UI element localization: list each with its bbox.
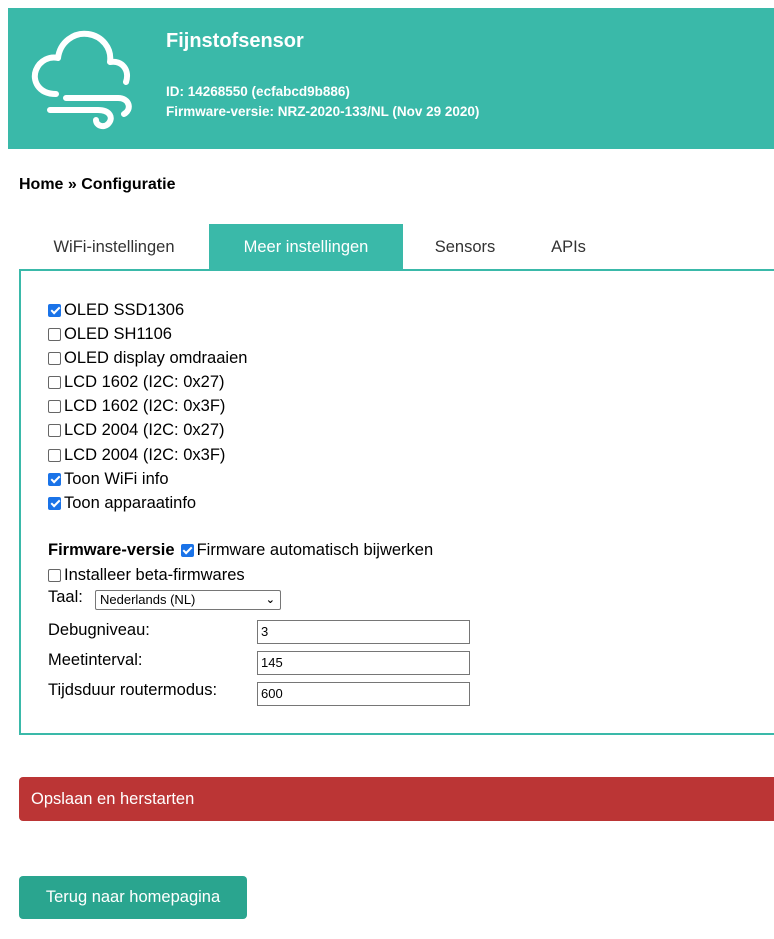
save-restart-button[interactable]: Opslaan en herstarten [19,777,774,821]
checkbox[interactable] [48,448,61,462]
option-oled-sh1106[interactable]: OLED SH1106 [48,322,172,346]
router-mode-label: Tijdsduur routermodus: [48,681,218,699]
measure-interval-input[interactable]: 145 [257,651,470,675]
language-label: Taal: [48,588,83,606]
device-info: ID: 14268550 (ecfabcd9b886) Firmware-ver… [166,82,479,122]
option-oled-ssd1306[interactable]: OLED SSD1306 [48,298,184,322]
tab-sensors[interactable]: Sensors [415,224,515,270]
language-value: Nederlands (NL) [100,592,196,607]
cloud-wind-icon [31,30,132,130]
checkbox[interactable] [48,375,61,389]
checkbox[interactable] [48,327,61,341]
router-mode-input[interactable]: 600 [257,682,470,706]
back-home-button[interactable]: Terug naar homepagina [19,876,247,919]
checkbox[interactable] [48,496,61,510]
auto-update-label: Firmware automatisch bijwerken [196,541,434,559]
debug-label: Debugniveau: [48,621,150,639]
option-label: OLED display omdraaien [64,349,248,367]
firmware-row: Firmware-versie Firmware automatisch bij… [48,538,433,562]
option-label: LCD 2004 (I2C: 0x3F) [64,446,226,464]
page-title: Fijnstofsensor [166,30,304,52]
checkbox[interactable] [48,472,61,486]
option-label: Toon WiFi info [64,470,169,488]
option-show-wifi[interactable]: Toon WiFi info [48,467,169,491]
checkbox[interactable] [48,351,61,365]
checkbox[interactable] [48,303,61,317]
tab-bar: WiFi-instellingen Meer instellingen Sens… [19,224,774,270]
tab-wifi-settings[interactable]: WiFi-instellingen [19,224,209,270]
option-lcd1602-3f[interactable]: LCD 1602 (I2C: 0x3F) [48,394,225,418]
chevron-down-icon: ⌄ [265,594,275,606]
option-label: OLED SH1106 [64,325,172,343]
option-label: Installeer beta-firmwares [64,566,245,584]
option-label: LCD 1602 (I2C: 0x3F) [64,397,226,415]
option-label: Toon apparaatinfo [64,494,197,512]
breadcrumb: Home » Configuratie [19,176,176,193]
option-oled-flip[interactable]: OLED display omdraaien [48,346,247,370]
tab-apis[interactable]: APIs [531,224,606,270]
device-id: ID: 14268550 (ecfabcd9b886) [166,84,350,99]
interval-label: Meetinterval: [48,651,143,669]
option-lcd2004-27[interactable]: LCD 2004 (I2C: 0x27) [48,418,225,442]
checkbox[interactable] [48,399,61,413]
page-header: Fijnstofsensor ID: 14268550 (ecfabcd9b88… [8,8,774,149]
language-select[interactable]: Nederlands (NL) ⌄ [95,590,281,610]
firmware-version: Firmware-versie: NRZ-2020-133/NL (Nov 29… [166,104,480,119]
option-label: OLED SSD1306 [64,301,185,319]
option-label: LCD 2004 (I2C: 0x27) [64,421,225,439]
option-show-device[interactable]: Toon apparaatinfo [48,491,196,515]
checkbox[interactable] [180,543,194,557]
option-lcd1602-27[interactable]: LCD 1602 (I2C: 0x27) [48,370,225,394]
checkbox[interactable] [48,423,61,437]
checkbox[interactable] [48,568,61,582]
option-beta-firmware[interactable]: Installeer beta-firmwares [48,563,245,587]
option-label: LCD 1602 (I2C: 0x27) [64,373,225,391]
firmware-heading: Firmware-versie [48,541,175,559]
tab-more-settings[interactable]: Meer instellingen [209,224,403,270]
debug-level-input[interactable]: 3 [257,620,470,644]
option-lcd2004-3f[interactable]: LCD 2004 (I2C: 0x3F) [48,443,225,467]
